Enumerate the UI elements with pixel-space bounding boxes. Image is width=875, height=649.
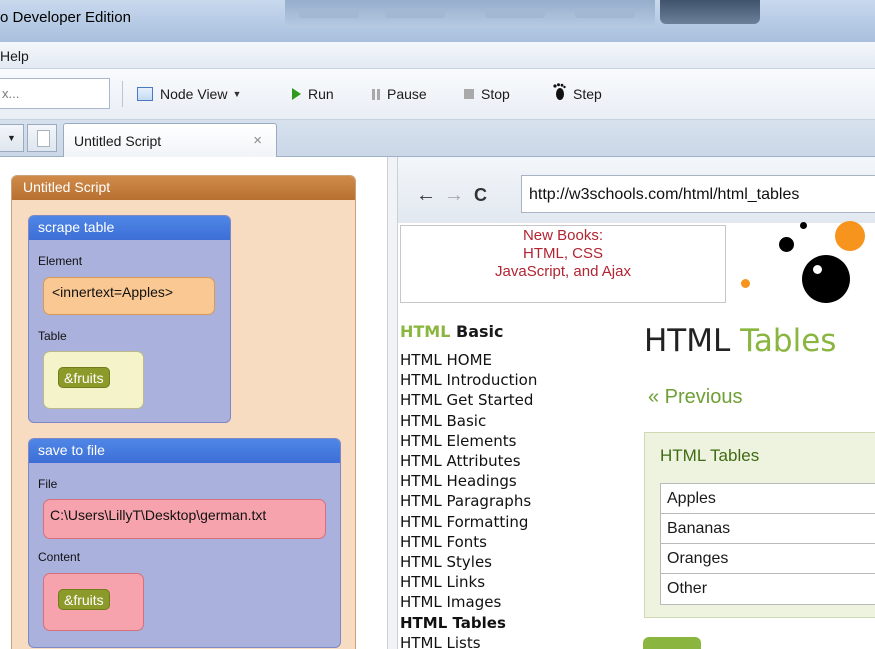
logo-dot	[800, 222, 807, 229]
table-row: Oranges	[661, 544, 875, 574]
tab-strip: ▼ Untitled Script ×	[0, 120, 875, 157]
logo-dot	[741, 279, 750, 288]
panel-splitter[interactable]	[387, 157, 398, 649]
example-table: Apples Bananas Oranges Other	[660, 483, 875, 605]
ad-line-3: JavaScript, and Ajax	[495, 263, 631, 280]
logo-dot	[835, 221, 865, 251]
logo-dot	[779, 237, 794, 252]
tab-list-dropdown[interactable]: ▼	[0, 124, 24, 152]
title-bar-links	[285, 0, 655, 28]
sidebar-link[interactable]: HTML Paragraphs	[400, 491, 537, 511]
title-bar: o Developer Edition	[0, 0, 875, 42]
stop-label: Stop	[481, 86, 510, 102]
sidebar-link[interactable]: HTML Basic	[400, 411, 537, 431]
table-row: Apples	[661, 484, 875, 514]
sidebar-link[interactable]: HTML HOME	[400, 350, 537, 370]
menu-bar: Help	[0, 42, 875, 69]
new-tab-button[interactable]	[27, 124, 57, 152]
page-title-suffix: Tables	[740, 323, 837, 359]
toolbar: x... Node View ▼ Run Pause Stop Step	[0, 69, 875, 120]
sidebar-link[interactable]: HTML Attributes	[400, 451, 537, 471]
step-label: Step	[573, 86, 602, 102]
refresh-icon[interactable]: C	[474, 185, 487, 205]
try-it-button[interactable]	[643, 637, 701, 649]
menu-help[interactable]: Help	[0, 48, 29, 64]
table-label: Table	[38, 329, 67, 343]
books-ad[interactable]: New Books: HTML, CSS JavaScript, and Aja…	[400, 225, 726, 303]
file-path-slot[interactable]: C:\Users\LillyT\Desktop\german.txt	[43, 499, 326, 539]
script-title: Untitled Script	[12, 176, 355, 200]
sidebar-links: HTML HOME HTML Introduction HTML Get Start…	[400, 350, 537, 649]
element-selector-slot[interactable]: <innertext=Apples>	[43, 277, 215, 315]
fruits-variable-pill[interactable]: &fruits	[58, 589, 110, 610]
address-bar[interactable]: http://w3schools.com/html/html_tables	[521, 175, 875, 213]
content-variable-slot[interactable]: &fruits	[43, 573, 144, 631]
forward-icon[interactable]: →	[444, 185, 464, 205]
fruits-variable-pill[interactable]: &fruits	[58, 367, 110, 388]
table-row: Bananas	[661, 514, 875, 544]
pause-label: Pause	[387, 86, 427, 102]
ad-line-1: New Books:	[522, 227, 604, 244]
title-bar-badge	[660, 0, 760, 24]
example-title: HTML Tables	[660, 446, 760, 465]
tab-untitled-script[interactable]: Untitled Script ×	[63, 123, 277, 157]
window-title: o Developer Edition	[0, 9, 131, 26]
sidebar-link[interactable]: HTML Links	[400, 572, 537, 592]
sidebar-link[interactable]: HTML Fonts	[400, 532, 537, 552]
scrape-table-block[interactable]: scrape table Element <innertext=Apples> …	[28, 215, 231, 423]
sidebar-link[interactable]: HTML Images	[400, 592, 537, 612]
table-variable-slot[interactable]: &fruits	[43, 351, 144, 409]
logo-dot	[813, 265, 822, 274]
search-input[interactable]: x...	[0, 78, 110, 109]
run-button[interactable]: Run	[292, 84, 334, 104]
example-box: HTML Tables Apples Bananas Oranges Other	[644, 432, 875, 618]
play-icon	[292, 88, 301, 100]
block-title: save to file	[29, 439, 340, 463]
sidebar-title-prefix: HTML	[400, 322, 451, 341]
pause-icon	[372, 88, 380, 100]
footprint-icon	[552, 83, 566, 105]
run-label: Run	[308, 86, 334, 102]
element-label: Element	[38, 254, 83, 268]
node-view-button[interactable]: Node View ▼	[137, 84, 241, 104]
sidebar-link[interactable]: HTML Introduction	[400, 370, 537, 390]
content-label: Content	[38, 550, 81, 564]
close-icon[interactable]: ×	[253, 132, 262, 149]
sidebar-title: HTML Basic	[400, 322, 503, 341]
sidebar-link[interactable]: HTML Elements	[400, 431, 537, 451]
toolbar-separator	[122, 81, 123, 107]
block-title: scrape table	[29, 216, 230, 240]
stop-icon	[464, 89, 474, 99]
file-label: File	[38, 477, 58, 491]
save-to-file-block[interactable]: save to file File C:\Users\LillyT\Deskto…	[28, 438, 341, 648]
sidebar-link[interactable]: HTML Tables	[400, 613, 537, 633]
ad-line-2: HTML, CSS	[522, 245, 603, 262]
sidebar-title-suffix: Basic	[456, 322, 504, 341]
browser-pane: ← → C http://w3schools.com/html/html_tab…	[398, 157, 875, 649]
page-title-prefix: HTML	[644, 323, 731, 359]
script-panel: Untitled Script scrape table Element <in…	[11, 175, 356, 649]
sidebar-link[interactable]: HTML Styles	[400, 552, 537, 572]
logo-dot	[802, 255, 850, 303]
page-title: HTML Tables	[644, 323, 836, 359]
sidebar-link[interactable]: HTML Get Started	[400, 390, 537, 410]
back-icon[interactable]: ←	[416, 185, 436, 205]
sidebar-link[interactable]: HTML Formatting	[400, 512, 537, 532]
node-view-label: Node View	[160, 86, 228, 102]
sidebar-link[interactable]: HTML Headings	[400, 471, 537, 491]
table-row: Other	[667, 580, 708, 597]
tab-label: Untitled Script	[74, 133, 162, 149]
stop-button[interactable]: Stop	[464, 84, 510, 104]
chevron-down-icon: ▼	[232, 89, 242, 99]
sidebar-link[interactable]: HTML Lists	[400, 633, 537, 649]
browser-nav-bar: ← → C http://w3schools.com/html/html_tab…	[398, 157, 875, 223]
step-button[interactable]: Step	[552, 83, 602, 105]
node-view-icon	[137, 87, 153, 101]
pause-button[interactable]: Pause	[372, 84, 427, 104]
previous-link[interactable]: « Previous	[648, 386, 743, 409]
